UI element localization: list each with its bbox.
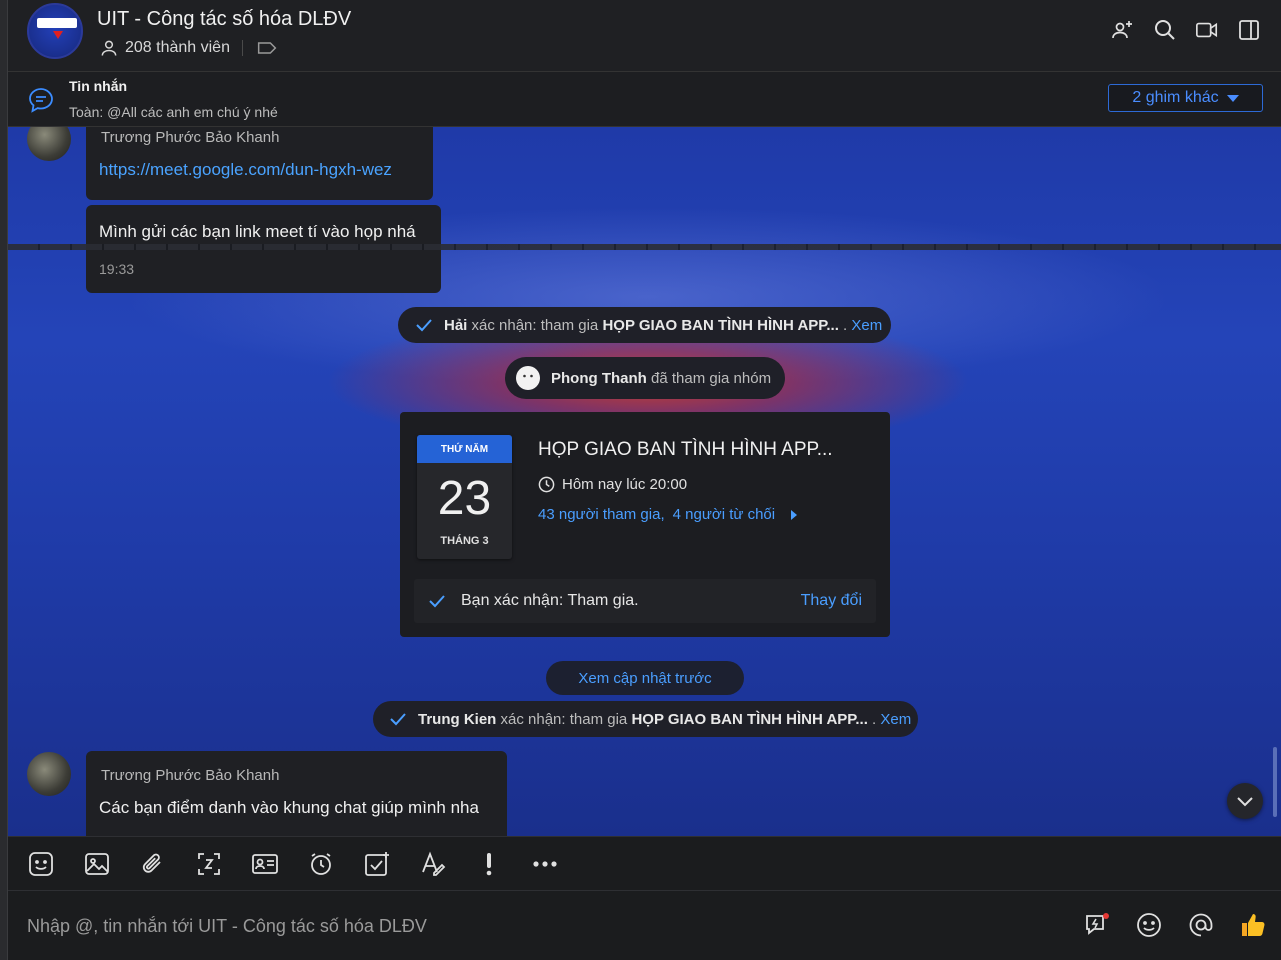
important-icon[interactable] — [475, 850, 503, 878]
image-icon[interactable] — [83, 850, 111, 878]
task-icon[interactable] — [363, 850, 391, 878]
clock-icon — [538, 476, 555, 493]
avatar[interactable] — [27, 752, 71, 796]
calendar-weekday: THỨ NĂM — [417, 435, 512, 463]
message-input[interactable] — [27, 911, 827, 941]
message-time: 19:33 — [99, 261, 135, 277]
avatar[interactable] — [27, 127, 71, 161]
check-icon — [416, 319, 432, 332]
scrollbar[interactable] — [1273, 747, 1277, 817]
mention-icon[interactable] — [1187, 911, 1215, 939]
view-link[interactable]: Xem — [851, 317, 882, 334]
message-bubble-text[interactable] — [86, 751, 507, 836]
pinned-title: Tin nhắn — [69, 78, 128, 94]
scroll-to-bottom-button[interactable] — [1227, 783, 1263, 819]
chat-window: UIT - Công tác số hóa DLĐV 208 thành viê… — [0, 0, 1281, 960]
video-call-icon[interactable] — [1195, 18, 1219, 42]
toggle-panel-icon[interactable] — [1237, 18, 1261, 42]
confirm-event: HỌP GIAO BAN TÌNH HÌNH APP... — [631, 710, 868, 728]
user-icon — [101, 40, 117, 56]
reminder-clock-icon[interactable] — [307, 850, 335, 878]
message-bubble-icon — [28, 87, 54, 118]
event-attendance[interactable]: 43 người tham gia, 4 người từ chối — [538, 506, 798, 523]
sidebar-edge — [0, 0, 8, 960]
declined-count: 4 người từ chối — [672, 506, 776, 523]
event-time: Hôm nay lúc 20:00 — [538, 476, 687, 493]
system-notice-join: Phong Thanh đã tham gia nhóm — [505, 357, 785, 399]
more-options-icon[interactable] — [531, 850, 559, 878]
header-actions — [1111, 18, 1261, 42]
group-avatar[interactable] — [27, 3, 83, 59]
message-text: Mình gửi các bạn link meet tí vào họp nh… — [99, 222, 416, 241]
check-icon — [429, 595, 445, 608]
emoji-icon[interactable] — [1135, 911, 1163, 939]
more-pins-button[interactable]: 2 ghim khác — [1108, 84, 1263, 112]
message-list[interactable]: Trương Phước Bảo Khanh https://meet.goog… — [8, 127, 1281, 836]
attending-count: 43 người tham gia, — [538, 506, 665, 523]
calendar-day: 23 — [437, 472, 492, 525]
add-member-icon[interactable] — [1111, 18, 1135, 42]
message-text: Các bạn điểm danh vào khung chat giúp mì… — [99, 798, 479, 817]
avatar-face-icon — [516, 366, 540, 390]
member-count-label: 208 thành viên — [125, 39, 230, 56]
calendar-month: THÁNG 3 — [440, 535, 489, 547]
check-icon — [390, 713, 406, 726]
confirmation-text: Bạn xác nhận: Tham gia. — [461, 592, 639, 609]
composer-toolbar — [8, 836, 1281, 891]
contact-card-icon[interactable] — [251, 850, 279, 878]
thumbs-up-icon[interactable] — [1239, 911, 1267, 939]
chat-header: UIT - Công tác số hóa DLĐV 208 thành viê… — [8, 0, 1281, 72]
chevron-down-icon — [1237, 797, 1253, 807]
view-previous-updates-button[interactable]: Xem cập nhật trước — [546, 661, 744, 695]
sender-name: Trương Phước Bảo Khanh — [101, 129, 280, 146]
member-count[interactable]: 208 thành viên — [99, 38, 277, 58]
view-link[interactable]: Xem — [880, 711, 911, 728]
pinned-message-bar[interactable]: Tin nhắn Toàn: @All các anh em chú ý nhé… — [8, 72, 1281, 127]
more-pins-label: 2 ghim khác — [1132, 89, 1219, 106]
chevron-right-icon — [791, 509, 798, 520]
event-title[interactable]: HỌP GIAO BAN TÌNH HÌNH APP... — [538, 439, 833, 461]
composer-actions — [1083, 911, 1267, 939]
system-notice-confirm: Trung Kien xác nhận: tham gia HỌP GIAO B… — [373, 701, 918, 737]
event-confirmation: Bạn xác nhận: Tham gia. Thay đổi — [414, 579, 876, 623]
confirm-user: Hải — [444, 316, 468, 334]
meet-link[interactable]: https://meet.google.com/dun-hgxh-wez — [99, 160, 392, 180]
composer — [8, 891, 1281, 960]
calendar-badge: THỨ NĂM 23 THÁNG 3 — [417, 435, 512, 559]
render-artifact — [8, 244, 1281, 250]
tag-icon[interactable] — [257, 40, 277, 56]
sticker-icon[interactable] — [27, 850, 55, 878]
group-title[interactable]: UIT - Công tác số hóa DLĐV — [97, 8, 351, 31]
joined-user: Phong Thanh — [551, 369, 647, 387]
pinned-text: Toàn: @All các anh em chú ý nhé — [69, 104, 278, 120]
confirm-user: Trung Kien — [418, 710, 497, 728]
confirm-event: HỌP GIAO BAN TÌNH HÌNH APP... — [602, 316, 839, 334]
screenshot-icon[interactable] — [195, 850, 223, 878]
event-card[interactable]: THỨ NĂM 23 THÁNG 3 HỌP GIAO BAN TÌNH HÌN… — [400, 412, 890, 637]
search-icon[interactable] — [1153, 18, 1177, 42]
system-notice-confirm: Hải xác nhận: tham gia HỌP GIAO BAN TÌNH… — [398, 307, 891, 343]
attachment-icon[interactable] — [139, 850, 167, 878]
sender-name: Trương Phước Bảo Khanh — [101, 767, 280, 784]
change-response-button[interactable]: Thay đổi — [801, 592, 862, 610]
text-format-icon[interactable] — [419, 850, 447, 878]
chevron-down-icon — [1226, 94, 1239, 102]
quick-message-icon[interactable] — [1083, 911, 1111, 939]
